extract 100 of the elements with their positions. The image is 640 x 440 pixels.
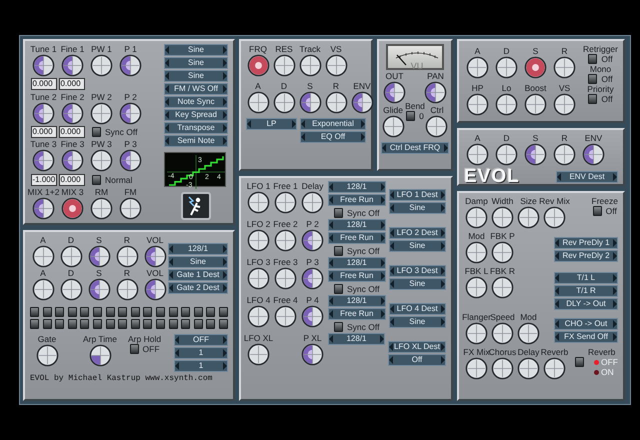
knob[interactable] [88, 278, 110, 301]
knob[interactable] [36, 344, 58, 367]
selector-button[interactable]: Free Run [328, 308, 386, 320]
selector-button[interactable]: OFF [174, 334, 228, 346]
knob[interactable] [466, 56, 489, 79]
knob[interactable] [298, 54, 322, 77]
knob[interactable] [383, 81, 406, 104]
knob[interactable] [491, 322, 514, 345]
toggle-button[interactable] [588, 74, 598, 84]
knob[interactable] [350, 91, 374, 114]
knob[interactable] [524, 143, 547, 166]
step-button[interactable] [118, 319, 128, 329]
knob[interactable] [272, 91, 296, 114]
selector-button[interactable]: 128/1 [328, 295, 386, 307]
knob[interactable] [465, 322, 488, 345]
knob[interactable] [495, 93, 518, 116]
knob[interactable] [298, 91, 322, 114]
knob[interactable] [543, 357, 566, 380]
value-field[interactable]: -1.000 [30, 174, 56, 186]
knob[interactable] [301, 191, 324, 214]
knob[interactable] [247, 267, 270, 290]
selector-button[interactable]: Transpose [164, 122, 228, 134]
knob[interactable] [491, 206, 514, 229]
knob[interactable] [116, 245, 138, 268]
toggle-button[interactable] [334, 284, 344, 294]
selector-button[interactable]: LFO XL Dest [388, 341, 446, 353]
knob[interactable] [144, 245, 166, 268]
knob[interactable] [247, 191, 270, 214]
toggle-button[interactable] [334, 246, 344, 256]
knob[interactable] [466, 93, 489, 116]
step-button[interactable] [118, 307, 128, 317]
knob[interactable] [466, 143, 489, 166]
selector-button[interactable]: Sine [164, 44, 228, 56]
knob[interactable] [465, 206, 488, 229]
step-button[interactable] [206, 307, 216, 317]
step-button[interactable] [143, 307, 152, 317]
selector-button[interactable]: Semi Note [164, 135, 228, 147]
knob[interactable] [543, 206, 566, 229]
knob[interactable] [517, 206, 540, 229]
step-button[interactable] [181, 307, 190, 317]
selector-button[interactable]: LFO 2 Dest [388, 227, 446, 239]
step-button[interactable] [194, 307, 203, 317]
value-field[interactable]: 0.000 [30, 78, 56, 90]
step-button[interactable] [181, 319, 190, 329]
toggle-button[interactable] [575, 357, 584, 367]
toggle-button[interactable] [130, 344, 139, 354]
toggle-button[interactable] [92, 127, 101, 137]
step-button[interactable] [156, 319, 165, 329]
toggle-button[interactable] [92, 174, 101, 185]
knob[interactable] [119, 197, 142, 220]
knob[interactable] [424, 81, 447, 104]
selector-button[interactable]: 1 [174, 360, 228, 372]
knob[interactable] [324, 91, 348, 114]
selector-button[interactable]: LFO 3 Dest [388, 265, 446, 277]
knob[interactable] [517, 322, 540, 345]
selector-button[interactable]: LP [246, 118, 297, 130]
step-button[interactable] [168, 307, 178, 317]
knob[interactable] [119, 149, 142, 172]
step-button[interactable] [168, 319, 178, 329]
knob[interactable] [90, 149, 113, 172]
step-button[interactable] [42, 319, 52, 329]
selector-button[interactable]: 1 [174, 347, 228, 359]
knob[interactable] [301, 267, 324, 290]
selector-button[interactable]: Rev PreDly 2 [554, 250, 618, 262]
selector-button[interactable]: ENV Dest [556, 171, 618, 183]
knob[interactable] [119, 54, 142, 77]
knob[interactable] [491, 276, 514, 299]
step-button[interactable] [55, 307, 64, 317]
knob[interactable] [274, 229, 297, 252]
knob[interactable] [517, 357, 540, 380]
step-button[interactable] [156, 307, 165, 317]
toggle-button[interactable] [588, 94, 598, 104]
selector-button[interactable]: Off [388, 354, 446, 366]
knob[interactable] [274, 191, 297, 214]
knob[interactable] [60, 278, 82, 301]
step-button[interactable] [92, 307, 102, 317]
knob[interactable] [247, 343, 270, 366]
selector-button[interactable]: Sine [164, 70, 228, 82]
selector-button[interactable]: Sine [388, 202, 446, 214]
selector-button[interactable]: Free Run [328, 232, 386, 244]
knob[interactable] [524, 56, 547, 79]
value-field[interactable]: 0.000 [30, 126, 56, 138]
knob[interactable] [116, 278, 138, 301]
selector-button[interactable]: Sine [388, 278, 446, 290]
toggle-button[interactable] [334, 322, 344, 332]
knob[interactable] [301, 229, 324, 252]
knob[interactable] [61, 197, 84, 220]
knob[interactable] [553, 93, 576, 116]
selector-button[interactable]: CHO -> Out [554, 318, 618, 330]
selector-button[interactable]: 128/1 [328, 219, 386, 231]
knob[interactable] [88, 245, 110, 268]
step-button[interactable] [218, 307, 228, 317]
step-button[interactable] [68, 319, 77, 329]
knob[interactable] [301, 305, 324, 328]
knob[interactable] [32, 54, 55, 77]
knob[interactable] [465, 357, 488, 380]
selector-button[interactable]: FM / WS Off [164, 83, 228, 95]
selector-button[interactable]: DLY -> Out [554, 298, 618, 310]
value-field[interactable]: 0.000 [58, 174, 84, 186]
knob[interactable] [465, 276, 488, 299]
